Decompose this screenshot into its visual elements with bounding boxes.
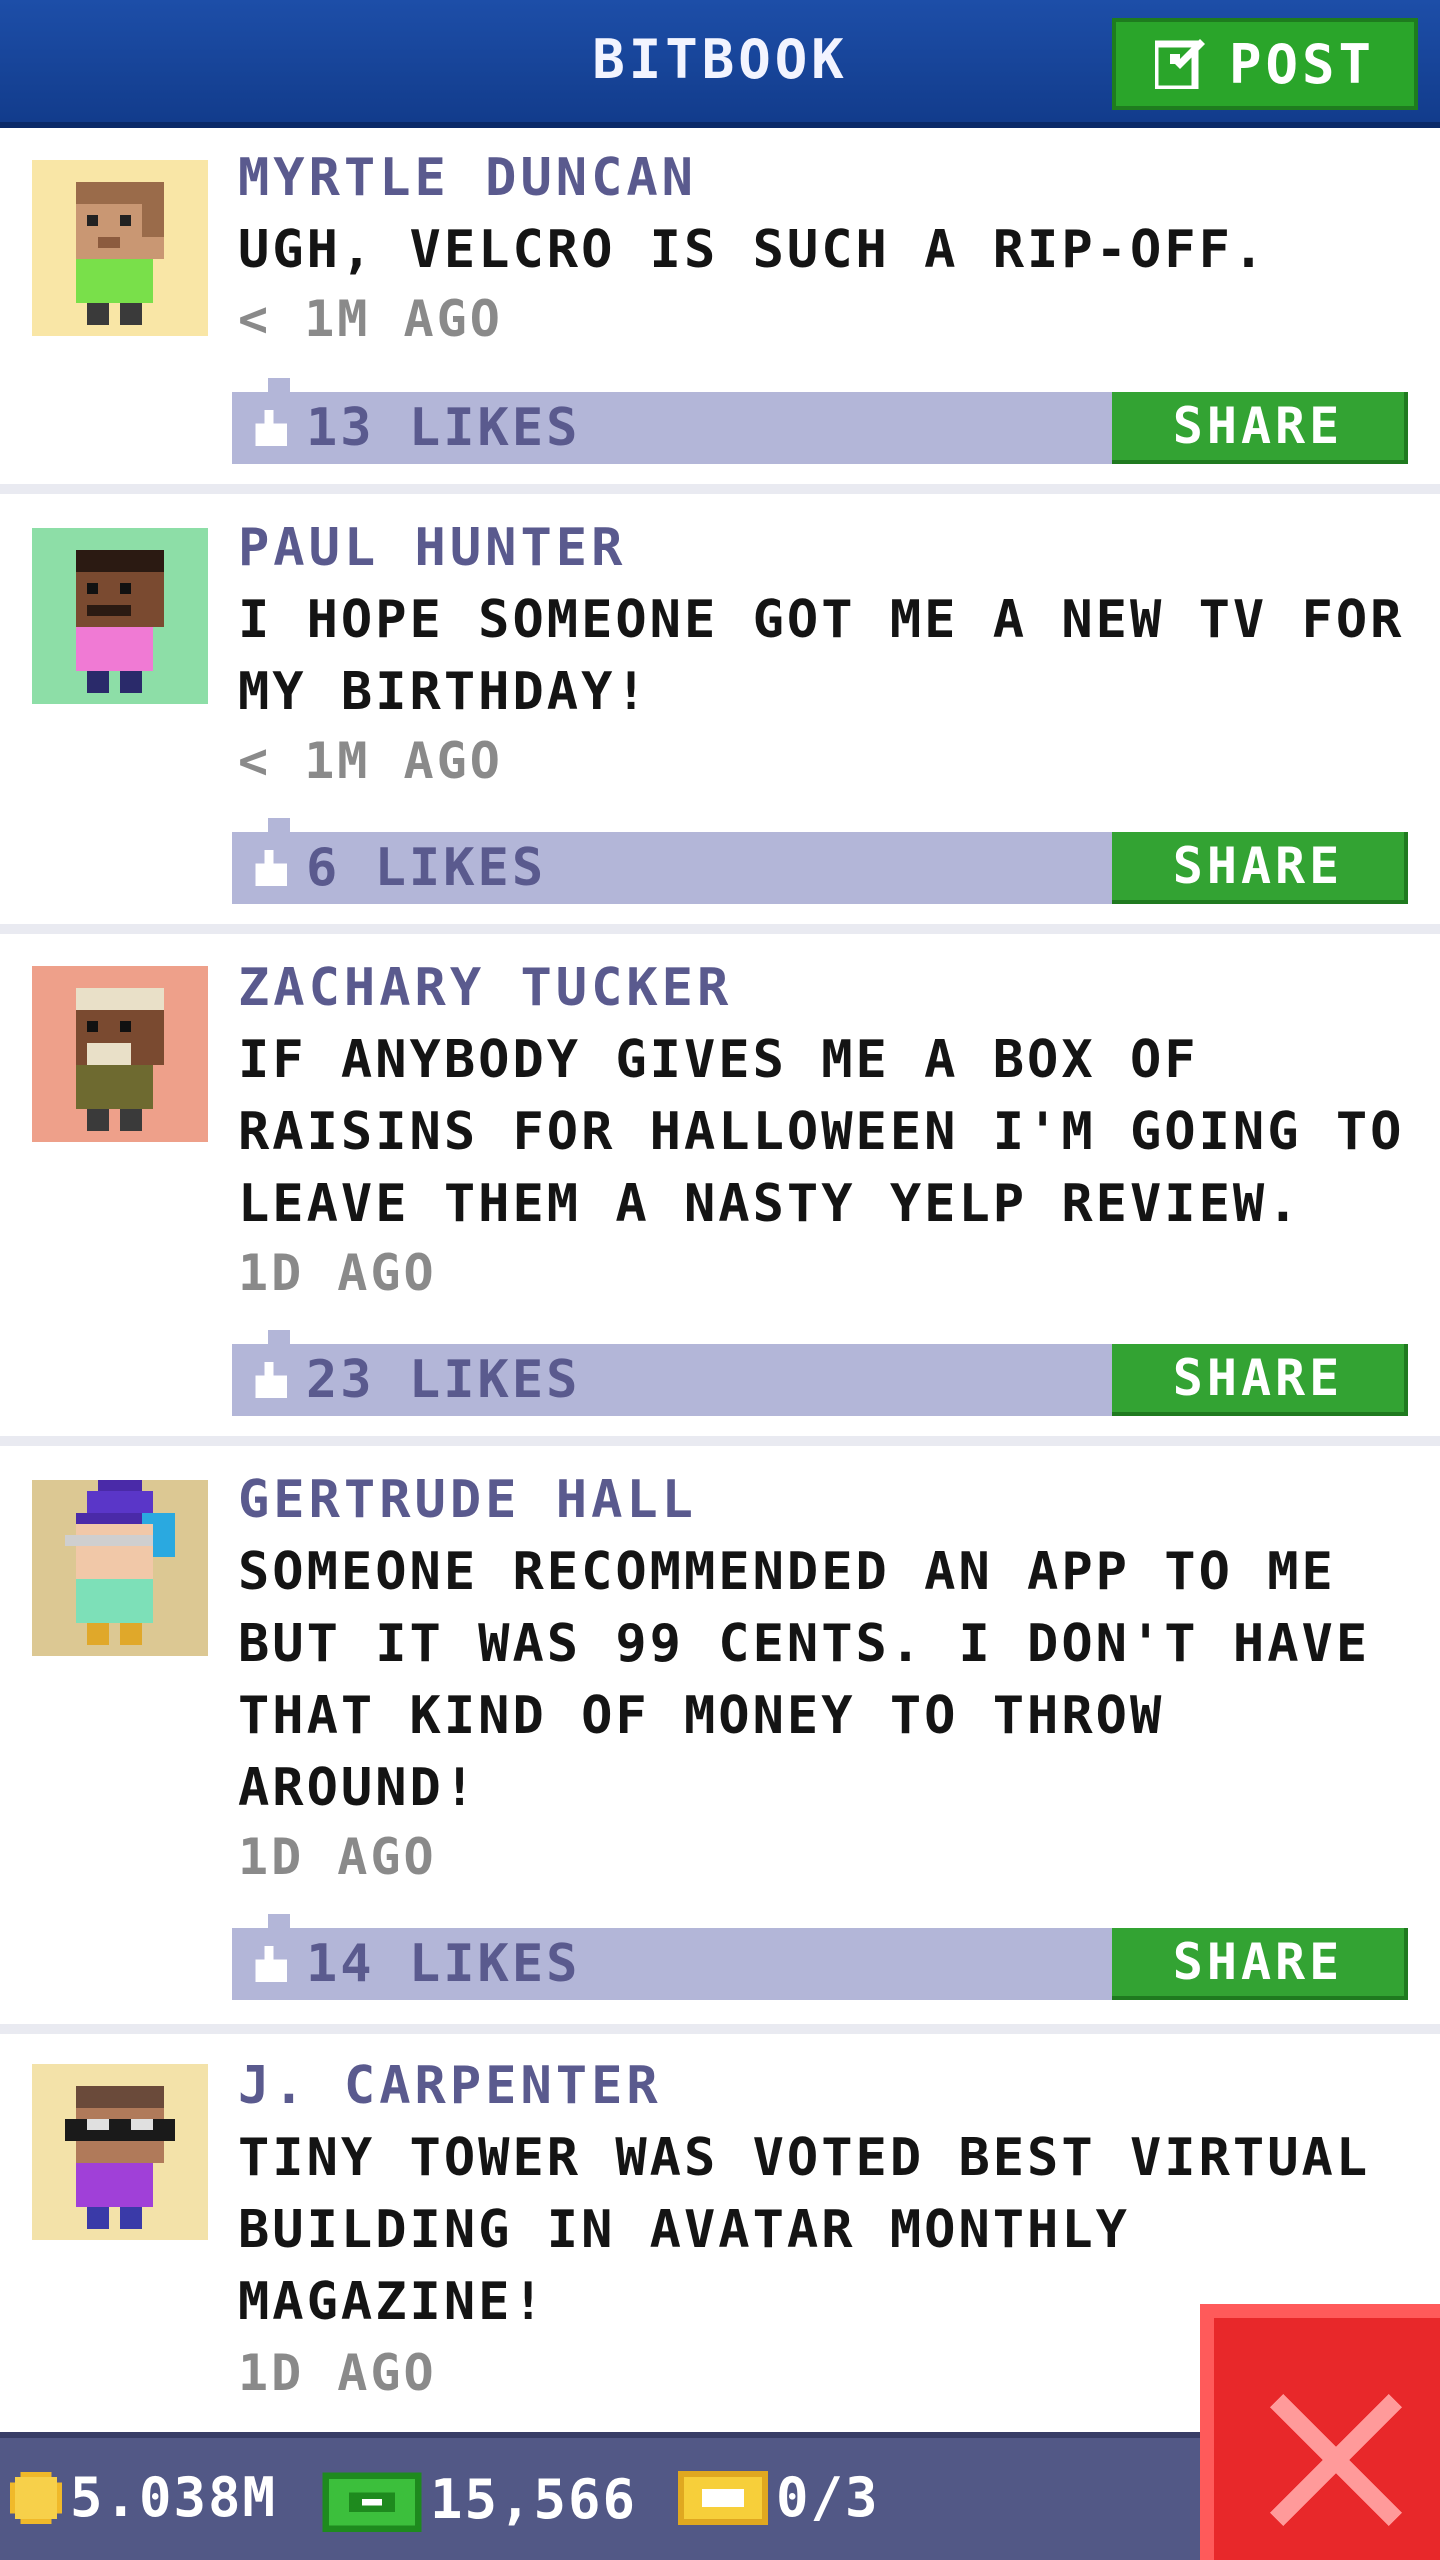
feed-post: ZACHARY TUCKER IF ANYBODY GIVES ME A BOX… xyxy=(0,934,1440,1436)
post-timestamp: < 1M AGO xyxy=(238,732,503,790)
like-count[interactable]: 14 LIKES xyxy=(306,1934,580,1994)
coins-amount: 5.038M xyxy=(70,2466,278,2529)
avatar xyxy=(32,2064,208,2240)
post-message: IF ANYBODY GIVES ME A BOX OF RAISINS FOR… xyxy=(238,1030,1405,1234)
top-bar: BITBOOK POST xyxy=(0,0,1440,128)
like-count[interactable]: 13 LIKES xyxy=(306,398,580,458)
avatar xyxy=(32,528,208,704)
share-button[interactable]: SHARE xyxy=(1112,1344,1408,1416)
avatar xyxy=(32,160,208,336)
like-bar: 13 LIKES SHARE xyxy=(232,378,1408,464)
thumbs-up-icon xyxy=(255,1946,287,1982)
thumbs-up-icon xyxy=(255,1362,287,1398)
tickets-count: 0/3 xyxy=(776,2466,880,2529)
compose-icon xyxy=(1154,39,1205,89)
bux-amount: 15,566 xyxy=(430,2467,638,2531)
divider xyxy=(0,2024,1440,2034)
avatar xyxy=(32,966,208,1142)
post-message: UGH, VELCRO IS SUCH A RIP-OFF. xyxy=(238,220,1268,280)
post-button[interactable]: POST xyxy=(1112,18,1418,110)
divider xyxy=(0,1436,1440,1446)
post-author: ZACHARY TUCKER xyxy=(238,958,733,1018)
feed-post: MYRTLE DUNCAN UGH, VELCRO IS SUCH A RIP-… xyxy=(0,128,1440,484)
coins-display: 5.038M xyxy=(10,2466,277,2529)
avatar xyxy=(32,1480,208,1656)
post-author: J. CARPENTER xyxy=(238,2056,662,2116)
feed-post: PAUL HUNTER I HOPE SOMEONE GOT ME A NEW … xyxy=(0,494,1440,924)
like-count[interactable]: 6 LIKES xyxy=(306,838,546,898)
like-bar: 23 LIKES SHARE xyxy=(232,1330,1408,1416)
close-icon xyxy=(1270,2394,1402,2526)
post-timestamp: 1D AGO xyxy=(238,2344,437,2402)
post-button-label: POST xyxy=(1228,32,1376,96)
close-button[interactable] xyxy=(1200,2304,1440,2560)
post-timestamp: 1D AGO xyxy=(238,1244,437,1302)
post-author: GERTRUDE HALL xyxy=(238,1470,697,1530)
coin-icon xyxy=(10,2471,62,2524)
divider xyxy=(0,484,1440,494)
post-author: PAUL HUNTER xyxy=(238,518,627,578)
post-author: MYRTLE DUNCAN xyxy=(238,148,697,208)
post-timestamp: < 1M AGO xyxy=(238,290,503,348)
post-message: I HOPE SOMEONE GOT ME A NEW TV FOR MY BI… xyxy=(238,590,1405,722)
post-message: SOMEONE RECOMMENDED AN APP TO ME BUT IT … xyxy=(238,1542,1371,1818)
bux-icon xyxy=(322,2472,422,2532)
bux-display: 15,566 xyxy=(322,2466,637,2532)
divider xyxy=(0,924,1440,934)
post-timestamp: 1D AGO xyxy=(238,1828,437,1886)
share-button[interactable]: SHARE xyxy=(1112,1928,1408,2000)
like-bar: 6 LIKES SHARE xyxy=(232,818,1408,904)
thumbs-up-icon xyxy=(255,410,287,446)
ticket-icon xyxy=(678,2470,768,2525)
like-count[interactable]: 23 LIKES xyxy=(306,1350,580,1410)
like-bar: 14 LIKES SHARE xyxy=(232,1914,1408,2000)
share-button[interactable]: SHARE xyxy=(1112,392,1408,464)
feed-post: GERTRUDE HALL SOMEONE RECOMMENDED AN APP… xyxy=(0,1446,1440,2024)
share-button[interactable]: SHARE xyxy=(1112,832,1408,904)
tickets-display: 0/3 xyxy=(678,2466,880,2529)
thumbs-up-icon xyxy=(255,850,287,886)
